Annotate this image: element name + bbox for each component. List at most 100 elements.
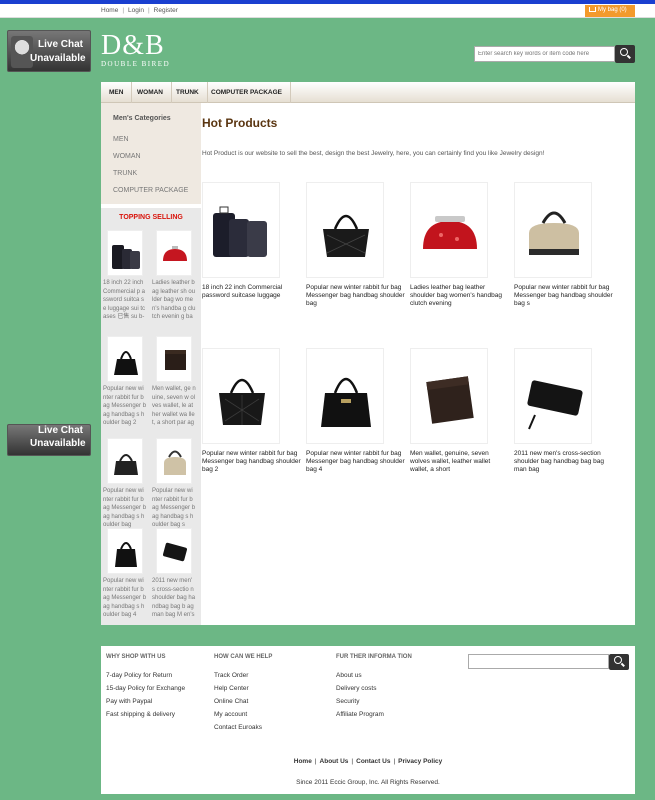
live-chat-widget-secondary[interactable]: Live Chat Unavailable xyxy=(7,424,91,456)
footer-link[interactable]: Help Center xyxy=(214,682,272,695)
black-quilted-bag-icon xyxy=(323,214,369,257)
topping-item[interactable]: Popular new wi nter rabbit fur b ag Mess… xyxy=(103,528,147,620)
product-card[interactable]: 18 inch 22 inch Commercial password suit… xyxy=(202,182,302,309)
footer-bottom-links: Home | About Us | Contact Us | Privacy Policy xyxy=(293,758,443,765)
footer-link[interactable]: Security xyxy=(336,695,412,708)
beige-handbag-icon xyxy=(164,450,186,475)
footer-home-link[interactable]: Home xyxy=(294,758,312,765)
topping-thumb xyxy=(107,230,143,276)
register-link[interactable]: Register xyxy=(154,7,178,14)
categories-title: Men's Categories xyxy=(113,115,171,122)
footer-about-link[interactable]: About Us xyxy=(320,758,349,765)
footer-link[interactable]: About us xyxy=(336,669,412,682)
my-bag-button[interactable]: My bag (0) xyxy=(585,5,635,17)
topping-thumb xyxy=(156,336,192,382)
footer-link[interactable]: Fast shipping & delivery xyxy=(106,708,185,721)
search-icon xyxy=(614,656,622,664)
footer-link[interactable]: Contact Euroaks xyxy=(214,721,272,734)
site-logo[interactable]: D&B DOUBLE BIRED xyxy=(101,30,170,68)
product-image xyxy=(410,182,488,278)
footer-privacy-link[interactable]: Privacy Policy xyxy=(398,758,442,765)
topping-item[interactable]: Popular new wi nter rabbit fur b ag Mess… xyxy=(103,336,147,428)
category-woman[interactable]: WOMAN xyxy=(113,153,141,160)
footer-col-why-shop: WHY SHOP WITH US 7-day Policy for Return… xyxy=(106,654,185,721)
topping-item[interactable]: Popular new wi nter rabbit fur b ag Mess… xyxy=(103,438,147,530)
topping-thumb xyxy=(107,528,143,574)
product-card[interactable]: Popular new winter rabbit fur bag Messen… xyxy=(514,182,614,309)
nav-item-computer-package[interactable]: COMPUTER PACKAGE xyxy=(203,82,292,103)
category-men[interactable]: MEN xyxy=(113,136,129,143)
topping-item[interactable]: Ladies leather bag leather sh oulder bag… xyxy=(152,230,196,322)
footer-search-button[interactable] xyxy=(609,654,629,670)
live-chat-widget[interactable]: Live Chat Unavailable xyxy=(7,30,91,72)
product-card[interactable]: 2011 new men's cross-section shoulder ba… xyxy=(514,348,614,475)
top-bar: Home | Login | Register My bag (0) xyxy=(0,4,655,18)
home-link[interactable]: Home xyxy=(101,7,118,14)
product-card[interactable]: Ladies leather bag leather shoulder bag … xyxy=(410,182,510,309)
nav-item-woman[interactable]: WOMAN xyxy=(129,82,172,103)
product-image xyxy=(410,348,488,444)
footer-link[interactable]: Track Order xyxy=(214,669,272,682)
search-icon xyxy=(620,48,628,56)
topping-item[interactable]: 18 inch 22 inch Commercial p assword sui… xyxy=(103,230,147,322)
topping-thumb xyxy=(156,438,192,484)
main-panel: MEN WOMAN TRUNK COMPUTER PACKAGE Men's C… xyxy=(101,82,635,625)
copyright: Since 2011 Eccic Group, Inc. All Rights … xyxy=(296,779,440,786)
search-input[interactable] xyxy=(474,46,615,62)
black-handbag-icon xyxy=(114,454,138,475)
login-link[interactable]: Login xyxy=(128,7,144,14)
live-chat-status: Unavailable xyxy=(30,53,86,64)
logo-sub: DOUBLE BIRED xyxy=(101,60,171,68)
footer-link[interactable]: Affiliate Program xyxy=(336,708,412,721)
topping-item[interactable]: Men wallet, ge nuine, seven w olves wall… xyxy=(152,336,196,428)
product-image xyxy=(306,182,384,278)
footer-link[interactable]: 7-day Policy for Return xyxy=(106,669,185,682)
product-image xyxy=(514,348,592,444)
logo-main: D&B xyxy=(101,30,165,61)
clutch-icon xyxy=(163,542,187,562)
product-card[interactable]: Popular new winter rabbit fur bag Messen… xyxy=(306,182,406,309)
luggage-icon xyxy=(213,206,267,257)
clutch-icon xyxy=(527,380,583,430)
footer: WHY SHOP WITH US 7-day Policy for Return… xyxy=(101,646,635,794)
footer-link[interactable]: Delivery costs xyxy=(336,682,412,695)
page-title: Hot Products xyxy=(202,116,278,130)
footer-search-input[interactable] xyxy=(468,654,609,669)
product-image xyxy=(514,182,592,278)
footer-contact-link[interactable]: Contact Us xyxy=(356,758,390,765)
luggage-icon xyxy=(112,245,140,269)
live-chat-status: Unavailable xyxy=(30,438,86,449)
topping-selling: TOPPING SELLING 18 inch 22 inch Commerci… xyxy=(101,204,201,625)
intro-text: Hot Product is our website to sell the b… xyxy=(202,150,545,157)
category-list: Men's Categories MEN WOMAN TRUNK COMPUTE… xyxy=(101,103,201,198)
black-quilted-tote-icon xyxy=(219,378,265,425)
footer-search xyxy=(468,654,629,670)
sidebar: Men's Categories MEN WOMAN TRUNK COMPUTE… xyxy=(101,103,201,625)
topping-thumb xyxy=(156,528,192,574)
footer-link[interactable]: Online Chat xyxy=(214,695,272,708)
black-handbag-icon xyxy=(321,377,371,427)
footer-col-help: HOW CAN WE HELP Track Order Help Center … xyxy=(214,654,272,734)
product-card[interactable]: Popular new winter rabbit fur bag Messen… xyxy=(202,348,302,475)
red-clutch-icon xyxy=(163,246,187,261)
nav-item-men[interactable]: MEN xyxy=(101,82,133,103)
red-clutch-icon xyxy=(423,216,477,249)
topping-item[interactable]: 2011 new men' s cross-sectio n shoulder … xyxy=(152,528,196,620)
footer-link[interactable]: 15-day Policy for Exchange xyxy=(106,682,185,695)
topping-item[interactable]: Popular new wi nter rabbit fur b ag Mess… xyxy=(152,438,196,530)
black-handbag-icon xyxy=(114,351,138,375)
footer-link[interactable]: My account xyxy=(214,708,272,721)
black-handbag-icon xyxy=(115,542,137,567)
product-card[interactable]: Popular new winter rabbit fur bag Messen… xyxy=(306,348,406,475)
search-button[interactable] xyxy=(615,45,635,63)
live-chat-label: Live Chat xyxy=(38,425,84,436)
wallet-icon xyxy=(165,350,186,370)
category-nav: MEN WOMAN TRUNK COMPUTER PACKAGE xyxy=(101,82,635,103)
header-search xyxy=(474,45,635,63)
nav-item-trunk[interactable]: TRUNK xyxy=(168,82,208,103)
footer-link[interactable]: Pay with Paypal xyxy=(106,695,185,708)
category-trunk[interactable]: TRUNK xyxy=(113,170,137,177)
category-computer-package[interactable]: COMPUTER PACKAGE xyxy=(113,187,188,194)
product-card[interactable]: Men wallet, genuine, seven wolves wallet… xyxy=(410,348,510,475)
product-image xyxy=(202,182,280,278)
